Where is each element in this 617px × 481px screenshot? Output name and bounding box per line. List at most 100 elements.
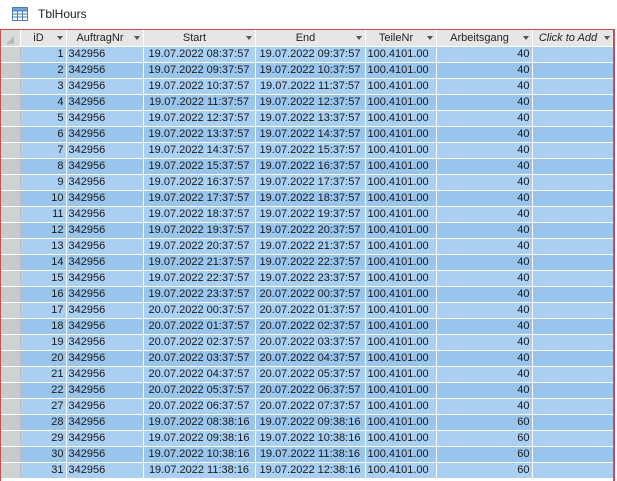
cell-start[interactable]: 19.07.2022 18:37:57 bbox=[143, 206, 256, 223]
table-row[interactable]: 3 342956 19.07.2022 10:37:57 19.07.2022 11:… bbox=[1, 78, 613, 95]
cell-end[interactable]: 19.07.2022 16:37:57 bbox=[255, 158, 366, 175]
table-row[interactable]: 28 342956 19.07.2022 08:38:16 19.07.2022 09… bbox=[1, 414, 613, 431]
column-header-end[interactable]: End bbox=[255, 30, 366, 47]
table-row[interactable]: 11 342956 19.07.2022 18:37:57 19.07.2022 19… bbox=[1, 206, 613, 223]
cell-auftragnr[interactable]: 342956 bbox=[66, 238, 144, 255]
table-row[interactable]: 20 342956 20.07.2022 03:37:57 20.07.2022 04… bbox=[1, 350, 613, 367]
cell-teilenr[interactable]: 100.4101.00 bbox=[365, 78, 437, 95]
cell-auftragnr[interactable]: 342956 bbox=[66, 382, 144, 399]
cell-click-to-add[interactable] bbox=[532, 62, 613, 79]
cell-auftragnr[interactable]: 342956 bbox=[66, 254, 144, 271]
cell-start[interactable]: 19.07.2022 09:37:57 bbox=[143, 62, 256, 79]
record-selector[interactable] bbox=[1, 46, 21, 63]
cell-auftragnr[interactable]: 342956 bbox=[66, 350, 144, 367]
cell-id[interactable]: 18 bbox=[20, 318, 67, 335]
cell-end[interactable]: 19.07.2022 11:37:57 bbox=[255, 78, 366, 95]
cell-click-to-add[interactable] bbox=[532, 350, 613, 367]
table-row[interactable]: 1 342956 19.07.2022 08:37:57 19.07.2022 09:… bbox=[1, 46, 613, 63]
cell-start[interactable]: 19.07.2022 10:37:57 bbox=[143, 78, 256, 95]
cell-id[interactable]: 20 bbox=[20, 350, 67, 367]
table-row[interactable]: 29 342956 19.07.2022 09:38:16 19.07.2022 10… bbox=[1, 430, 613, 447]
record-selector[interactable] bbox=[1, 238, 21, 255]
cell-click-to-add[interactable] bbox=[532, 142, 613, 159]
cell-teilenr[interactable]: 100.4101.00 bbox=[365, 254, 437, 271]
cell-end[interactable]: 19.07.2022 10:37:57 bbox=[255, 62, 366, 79]
cell-teilenr[interactable]: 100.4101.00 bbox=[365, 286, 437, 303]
record-selector[interactable] bbox=[1, 366, 21, 383]
cell-end[interactable]: 20.07.2022 01:37:57 bbox=[255, 302, 366, 319]
cell-auftragnr[interactable]: 342956 bbox=[66, 462, 144, 479]
cell-id[interactable]: 30 bbox=[20, 446, 67, 463]
cell-start[interactable]: 19.07.2022 11:38:16 bbox=[143, 462, 256, 479]
cell-teilenr[interactable]: 100.4101.00 bbox=[365, 46, 437, 63]
cell-start[interactable]: 19.07.2022 13:37:57 bbox=[143, 126, 256, 143]
record-selector[interactable] bbox=[1, 414, 21, 431]
record-selector[interactable] bbox=[1, 110, 21, 127]
cell-arbeitsgang[interactable]: 40 bbox=[436, 78, 533, 95]
record-selector[interactable] bbox=[1, 94, 21, 111]
cell-start[interactable]: 20.07.2022 06:37:57 bbox=[143, 398, 256, 415]
cell-id[interactable]: 22 bbox=[20, 382, 67, 399]
cell-start[interactable]: 19.07.2022 08:38:16 bbox=[143, 414, 256, 431]
cell-click-to-add[interactable] bbox=[532, 158, 613, 175]
record-selector[interactable] bbox=[1, 158, 21, 175]
cell-start[interactable]: 19.07.2022 19:37:57 bbox=[143, 222, 256, 239]
cell-id[interactable]: 12 bbox=[20, 222, 67, 239]
record-selector[interactable] bbox=[1, 254, 21, 271]
filter-dropdown-icon[interactable] bbox=[355, 36, 362, 40]
cell-end[interactable]: 19.07.2022 19:37:57 bbox=[255, 206, 366, 223]
cell-end[interactable]: 20.07.2022 03:37:57 bbox=[255, 334, 366, 351]
cell-id[interactable]: 8 bbox=[20, 158, 67, 175]
cell-teilenr[interactable]: 100.4101.00 bbox=[365, 382, 437, 399]
record-selector[interactable] bbox=[1, 126, 21, 143]
cell-click-to-add[interactable] bbox=[532, 334, 613, 351]
cell-id[interactable]: 29 bbox=[20, 430, 67, 447]
cell-id[interactable]: 3 bbox=[20, 78, 67, 95]
cell-teilenr[interactable]: 100.4101.00 bbox=[365, 110, 437, 127]
cell-id[interactable]: 15 bbox=[20, 270, 67, 287]
cell-start[interactable]: 19.07.2022 17:37:57 bbox=[143, 190, 256, 207]
cell-click-to-add[interactable] bbox=[532, 238, 613, 255]
cell-id[interactable]: 9 bbox=[20, 174, 67, 191]
cell-end[interactable]: 19.07.2022 22:37:57 bbox=[255, 254, 366, 271]
table-row[interactable]: 22 342956 20.07.2022 05:37:57 20.07.2022 06… bbox=[1, 382, 613, 399]
cell-teilenr[interactable]: 100.4101.00 bbox=[365, 318, 437, 335]
table-row[interactable]: 7 342956 19.07.2022 14:37:57 19.07.2022 15:… bbox=[1, 142, 613, 159]
cell-start[interactable]: 19.07.2022 10:38:16 bbox=[143, 446, 256, 463]
add-field-dropdown-icon[interactable] bbox=[603, 36, 610, 40]
cell-start[interactable]: 19.07.2022 20:37:57 bbox=[143, 238, 256, 255]
cell-click-to-add[interactable] bbox=[532, 318, 613, 335]
record-selector[interactable] bbox=[1, 78, 21, 95]
cell-id[interactable]: 7 bbox=[20, 142, 67, 159]
cell-click-to-add[interactable] bbox=[532, 174, 613, 191]
cell-arbeitsgang[interactable]: 40 bbox=[436, 302, 533, 319]
filter-dropdown-icon[interactable] bbox=[522, 36, 529, 40]
table-row[interactable]: 9 342956 19.07.2022 16:37:57 19.07.2022 17:… bbox=[1, 174, 613, 191]
cell-auftragnr[interactable]: 342956 bbox=[66, 302, 144, 319]
cell-teilenr[interactable]: 100.4101.00 bbox=[365, 462, 437, 479]
cell-start[interactable]: 19.07.2022 11:37:57 bbox=[143, 94, 256, 111]
cell-arbeitsgang[interactable]: 40 bbox=[436, 366, 533, 383]
cell-click-to-add[interactable] bbox=[532, 206, 613, 223]
record-selector[interactable] bbox=[1, 62, 21, 79]
table-row[interactable]: 16 342956 19.07.2022 23:37:57 20.07.2022 00… bbox=[1, 286, 613, 303]
cell-end[interactable]: 19.07.2022 13:37:57 bbox=[255, 110, 366, 127]
cell-end[interactable]: 19.07.2022 12:37:57 bbox=[255, 94, 366, 111]
cell-teilenr[interactable]: 100.4101.00 bbox=[365, 350, 437, 367]
cell-click-to-add[interactable] bbox=[532, 446, 613, 463]
select-all-corner[interactable] bbox=[1, 30, 21, 47]
column-header-id[interactable]: iD bbox=[20, 30, 67, 47]
cell-teilenr[interactable]: 100.4101.00 bbox=[365, 446, 437, 463]
table-row[interactable]: 6 342956 19.07.2022 13:37:57 19.07.2022 14:… bbox=[1, 126, 613, 143]
cell-auftragnr[interactable]: 342956 bbox=[66, 174, 144, 191]
cell-auftragnr[interactable]: 342956 bbox=[66, 222, 144, 239]
cell-auftragnr[interactable]: 342956 bbox=[66, 62, 144, 79]
cell-arbeitsgang[interactable]: 40 bbox=[436, 270, 533, 287]
record-selector[interactable] bbox=[1, 270, 21, 287]
table-row[interactable]: 8 342956 19.07.2022 15:37:57 19.07.2022 16:… bbox=[1, 158, 613, 175]
cell-arbeitsgang[interactable]: 40 bbox=[436, 46, 533, 63]
cell-arbeitsgang[interactable]: 40 bbox=[436, 334, 533, 351]
cell-id[interactable]: 13 bbox=[20, 238, 67, 255]
cell-end[interactable]: 19.07.2022 21:37:57 bbox=[255, 238, 366, 255]
table-row[interactable]: 30 342956 19.07.2022 10:38:16 19.07.2022 11… bbox=[1, 446, 613, 463]
